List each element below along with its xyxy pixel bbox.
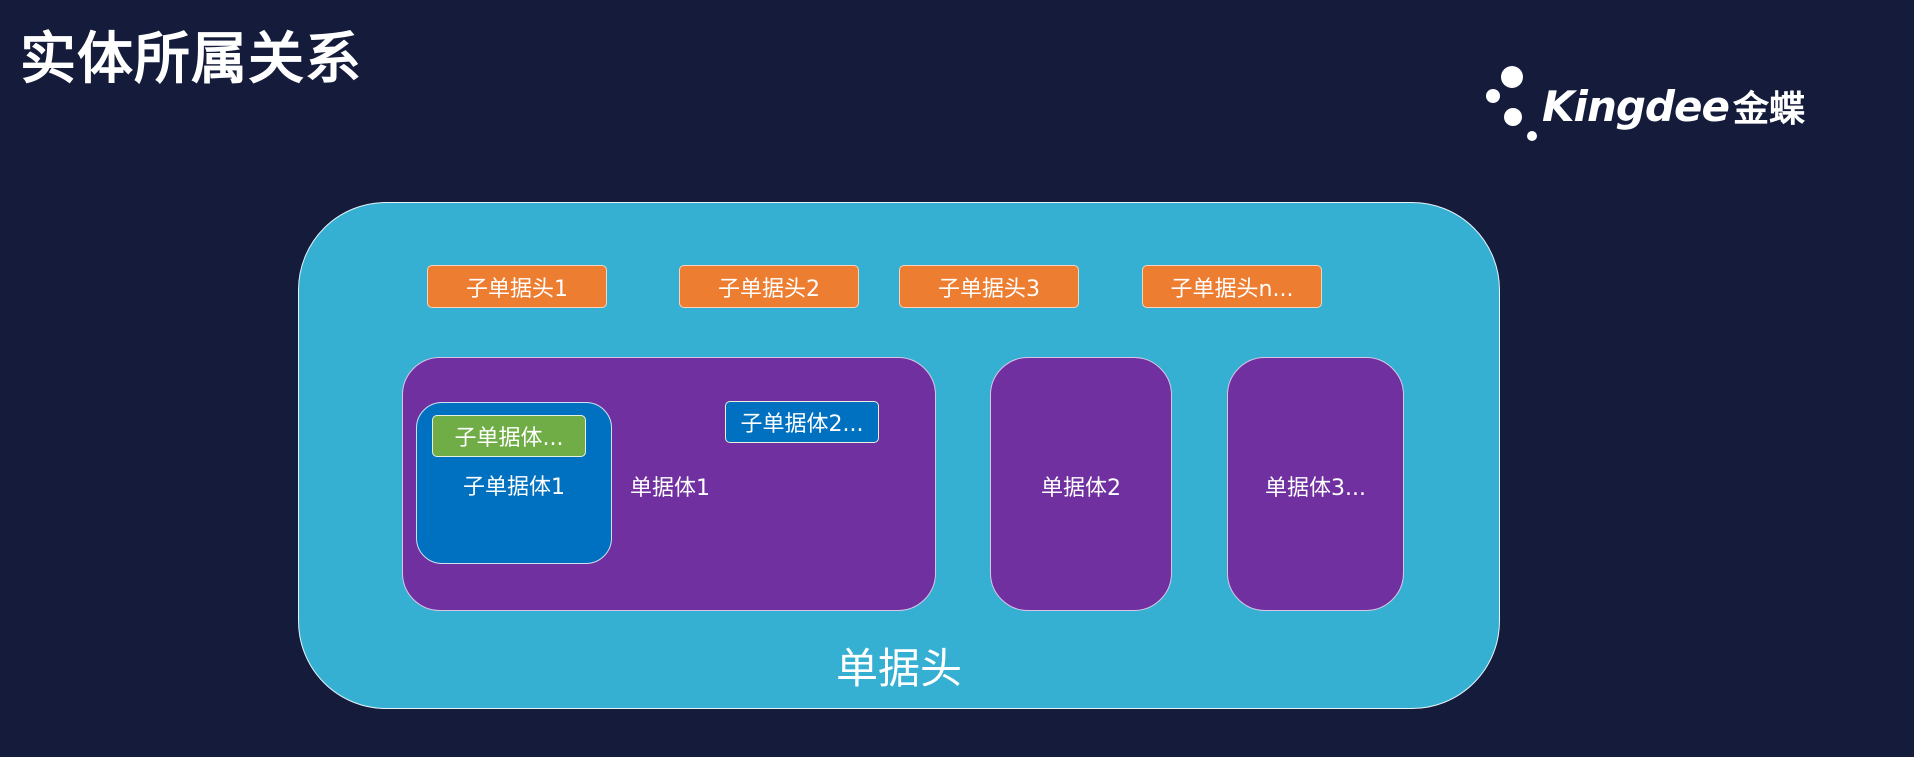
bill-header-container: 子单据头1 子单据头2 子单据头3 子单据头n... 子单据体... 子单据体1… xyxy=(298,202,1500,709)
sub-body-2: 子单据体2... xyxy=(725,401,879,443)
sub-header-1: 子单据头1 xyxy=(427,265,607,308)
page-title: 实体所属关系 xyxy=(20,27,362,92)
bill-body-2-label: 单据体2 xyxy=(1041,476,1121,501)
sub-body-1-label: 子单据体1 xyxy=(463,475,565,500)
bill-body-1: 子单据体... 子单据体1 单据体1 子单据体2... xyxy=(402,357,936,611)
bill-header-label: 单据头 xyxy=(835,644,962,693)
kingdee-logo: Kingdee 金蝶 xyxy=(1480,60,1805,150)
bill-body-1-label: 单据体1 xyxy=(630,476,710,501)
logo-text-cn: 金蝶 xyxy=(1732,89,1805,130)
logo-dots-icon xyxy=(1486,66,1537,141)
sub-header-2: 子单据头2 xyxy=(679,265,859,308)
bill-body-3: 单据体3... xyxy=(1227,357,1404,611)
logo-text-en: Kingdee xyxy=(1542,82,1730,131)
sub-header-n: 子单据头n... xyxy=(1142,265,1322,308)
bill-body-2: 单据体2 xyxy=(990,357,1172,611)
bill-body-3-label: 单据体3... xyxy=(1265,476,1366,501)
sub-body-1: 子单据体... 子单据体1 xyxy=(416,402,612,564)
sub-body-tag: 子单据体... xyxy=(432,415,586,457)
logo-wordmark: Kingdee 金蝶 xyxy=(1542,80,1805,132)
sub-header-3: 子单据头3 xyxy=(899,265,1079,308)
